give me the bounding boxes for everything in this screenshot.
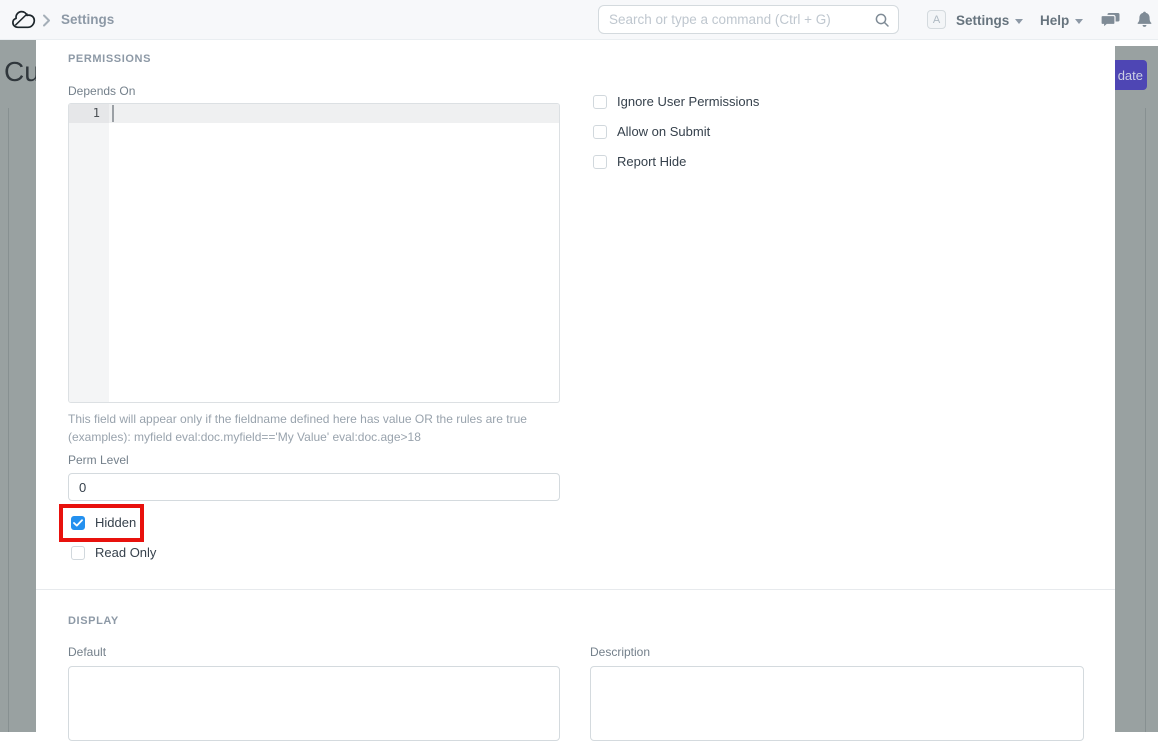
perm-level-label: Perm Level <box>68 453 129 467</box>
permissions-section-title: PERMISSIONS <box>68 53 151 65</box>
page-title: Cu <box>4 56 40 88</box>
default-textarea[interactable] <box>68 666 560 741</box>
ignore-user-permissions-label: Ignore User Permissions <box>617 94 759 109</box>
breadcrumb[interactable]: Settings <box>61 12 114 27</box>
depends-on-code-editor[interactable]: 1 <box>68 103 560 403</box>
hidden-checkbox[interactable] <box>71 516 85 530</box>
editor-gutter <box>69 104 109 402</box>
navbar-help-label: Help <box>1040 13 1069 28</box>
hidden-checkbox-row[interactable]: Hidden <box>71 515 136 530</box>
ignore-user-permissions-checkbox-row[interactable]: Ignore User Permissions <box>593 94 759 109</box>
page-head-band <box>1115 40 1158 46</box>
chevron-down-icon <box>1015 19 1023 24</box>
default-label: Default <box>68 645 106 659</box>
report-hide-checkbox-row[interactable]: Report Hide <box>593 154 686 169</box>
chevron-down-icon <box>1075 19 1083 24</box>
allow-on-submit-checkbox[interactable] <box>593 125 607 139</box>
read-only-checkbox-row[interactable]: Read Only <box>71 545 156 560</box>
breadcrumb-chevron-icon <box>42 14 51 32</box>
read-only-label: Read Only <box>95 545 156 560</box>
depends-on-help-text: This field will appear only if the field… <box>68 410 570 446</box>
display-section-title: DISPLAY <box>68 615 119 627</box>
editor-line-number: 1 <box>69 104 109 123</box>
search-input[interactable] <box>609 6 869 33</box>
grid-border-right <box>1145 108 1146 732</box>
avatar[interactable]: A <box>927 10 946 29</box>
editor-cursor <box>112 105 114 122</box>
perm-level-input[interactable] <box>68 473 560 501</box>
field-editor-panel: PERMISSIONS Depends On 1 This field will… <box>36 40 1115 732</box>
update-button-label: date <box>1118 68 1143 83</box>
allow-on-submit-label: Allow on Submit <box>617 124 710 139</box>
navbar-settings-label: Settings <box>956 13 1009 28</box>
navbar-settings-menu[interactable]: Settings <box>956 0 1023 40</box>
global-search <box>598 5 899 34</box>
editor-active-line <box>109 104 559 123</box>
report-hide-checkbox[interactable] <box>593 155 607 169</box>
ignore-user-permissions-checkbox[interactable] <box>593 95 607 109</box>
search-icon[interactable] <box>874 12 890 33</box>
read-only-checkbox[interactable] <box>71 546 85 560</box>
app-logo-icon[interactable] <box>11 9 37 36</box>
description-textarea[interactable] <box>590 666 1084 741</box>
hidden-label: Hidden <box>95 515 136 530</box>
navbar: Settings A Settings Help <box>0 0 1158 40</box>
navbar-help-menu[interactable]: Help <box>1040 0 1083 40</box>
allow-on-submit-checkbox-row[interactable]: Allow on Submit <box>593 124 710 139</box>
section-divider <box>36 589 1115 590</box>
checkmark-icon <box>73 519 83 527</box>
depends-on-label: Depends On <box>68 84 135 98</box>
avatar-letter: A <box>933 14 940 26</box>
grid-border-left <box>8 108 9 732</box>
report-hide-label: Report Hide <box>617 154 686 169</box>
description-label: Description <box>590 645 650 659</box>
chat-icon[interactable] <box>1101 13 1120 33</box>
bell-icon[interactable] <box>1137 11 1152 33</box>
